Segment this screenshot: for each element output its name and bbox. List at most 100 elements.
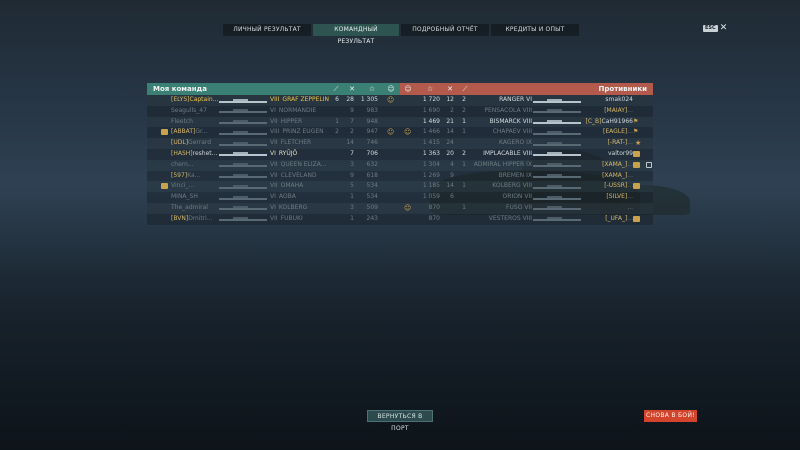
battle-again-button[interactable]: СНОВА В БОЙ! xyxy=(644,410,697,422)
clan-tag: [ELYS] xyxy=(171,96,190,103)
frags-count: 3 xyxy=(350,203,354,211)
ships-destroyed: 1 xyxy=(462,160,466,168)
base-xp: 1 363 xyxy=(422,149,440,157)
star-xp-icon: ☆ xyxy=(426,85,434,93)
ship-name: VII HIPPER xyxy=(270,117,330,128)
ship-tier: VII xyxy=(524,203,532,211)
table-row[interactable]: [BVN]Dmitri... VII FUBUKI 1 243 870 VESTEROS V… xyxy=(147,213,653,225)
ships-destroyed: 1 xyxy=(462,128,466,136)
ship-silhouette xyxy=(533,163,581,168)
ship-name: KOLBERG VIII xyxy=(470,181,532,192)
ships-destroyed: 2 xyxy=(462,106,466,114)
table-row[interactable]: [597]Ka... VII CLEVELAND 9 618 1 269 9 BREMEN I… xyxy=(147,170,653,182)
clan-tag: [C_B] xyxy=(585,117,602,125)
table-row[interactable]: Vinci_... VII OMAHA 5 534 1 185 14 1 KOLBERG VII… xyxy=(147,181,653,193)
star-icon: ★ xyxy=(635,139,642,148)
ship-tier: VIII xyxy=(522,149,532,157)
ship-title: VESTEROS xyxy=(488,214,521,222)
ship-tier: VII xyxy=(270,182,278,190)
ship-silhouette xyxy=(533,130,581,135)
table-row[interactable]: [UDL]Gerrard VII FLETCHER 14 746 1 415 24 KAGER… xyxy=(147,138,653,149)
table-rows: [ELYS]Captain... VIII GRAF ZEPPELIN 6 28 1 30… xyxy=(147,95,653,225)
tab-personal-result[interactable]: ЛИЧНЫЙ РЕЗУЛЬТАТ xyxy=(223,24,311,36)
ship-tier: VIII xyxy=(522,106,532,114)
player-name: [597]Ka... xyxy=(171,171,219,182)
table-row[interactable]: [ELYS]Captain... VIII GRAF ZEPPELIN 6 28 1 30… xyxy=(147,95,653,106)
ship-name: VI AOBA xyxy=(270,192,330,203)
tab-team-result[interactable]: КОМАНДНЫЙ РЕЗУЛЬТАТ xyxy=(313,24,399,45)
ships-destroyed: 1 xyxy=(462,203,466,211)
base-xp: 706 xyxy=(366,149,378,157)
player-nick: smak024 xyxy=(605,96,633,103)
table-row[interactable]: MINA_SH VI AOBA 1 534 1 059 6 ORION VII [SILVE].… xyxy=(147,192,653,203)
base-xp: 1 415 xyxy=(422,139,440,147)
table-row[interactable]: [ABBAT]Gr... VIII PRINZ EUGEN 2 2 947 ☺ ☺ 1 466 1… xyxy=(147,127,653,139)
player-nick: reshet... xyxy=(192,149,218,157)
ship-name: FUSO VII xyxy=(470,203,532,214)
ship-silhouette xyxy=(533,98,581,103)
clan-tag: [HASH] xyxy=(171,149,193,157)
frags-count: 1 xyxy=(350,193,354,201)
ship-silhouette xyxy=(219,120,267,125)
player-name: The_admiral xyxy=(171,203,219,214)
base-xp: 947 xyxy=(366,128,378,136)
base-xp: 1 690 xyxy=(422,106,440,114)
base-xp: 534 xyxy=(366,193,378,201)
player-name: Seagulls_47 xyxy=(171,106,219,117)
ships-destroyed: 6 xyxy=(335,96,339,103)
player-nick: Seagulls_47 xyxy=(171,106,207,114)
ship-title: RANGER xyxy=(499,96,525,103)
ship-silhouette xyxy=(219,174,267,179)
table-row[interactable]: The_admiral VI KOLBERG 3 509 ☺ 870 1 FUSO VII... xyxy=(147,202,653,214)
ship-name: KAGERO IX xyxy=(470,138,532,149)
player-name: valtor99 xyxy=(585,149,633,160)
laurel-icon: ☺ xyxy=(404,85,412,93)
ship-tier: VII xyxy=(270,214,278,222)
base-xp: 534 xyxy=(366,182,378,190)
ship-silhouette xyxy=(219,98,267,103)
ship-name: IMPLACABLE VIII xyxy=(470,149,532,160)
ship-title: QUEEN ELIZA... xyxy=(280,160,327,168)
player-nick: Ka... xyxy=(187,171,201,179)
ship-tier: VI xyxy=(270,193,276,201)
ship-silhouette xyxy=(533,206,581,211)
rank-badge-icon xyxy=(161,183,168,190)
return-to-port-button[interactable]: ВЕРНУТЬСЯ В ПОРТ xyxy=(367,410,433,432)
tab-credits-xp[interactable]: КРЕДИТЫ И ОПЫТ xyxy=(491,24,579,36)
base-xp: 746 xyxy=(366,139,378,147)
table-row[interactable]: chern... VII QUEEN ELIZA... 3 632 1 304 4 1 ADMI… xyxy=(147,159,653,171)
ships-destroyed: 2 xyxy=(462,149,466,157)
frags-count: 4 xyxy=(450,160,454,168)
frags-count: 14 xyxy=(446,182,454,190)
frags-count: 2 xyxy=(450,106,454,114)
ship-tier: VII xyxy=(524,193,532,201)
frags-count: 7 xyxy=(350,117,354,125)
tab-detailed-report[interactable]: ПОДРОБНЫЙ ОТЧЁТ xyxy=(401,24,489,36)
close-control[interactable]: ESC ✕ xyxy=(703,24,727,33)
ship-title: OMAHA xyxy=(280,182,304,190)
rank-badge-icon xyxy=(633,161,640,168)
ship-tier: VII xyxy=(270,117,278,125)
player-name: [EAGLE]... xyxy=(585,127,633,138)
ship-title: PENSACOLA xyxy=(484,106,521,114)
base-xp: 870 xyxy=(428,203,440,211)
table-row[interactable]: Fleetch VII HIPPER 1 7 948 1 469 21 1 BISMARCK VI… xyxy=(147,116,653,128)
ship-silhouette xyxy=(533,152,581,157)
my-team-title: Моя команда xyxy=(153,85,207,93)
player-name: Vinci_... xyxy=(171,181,219,192)
ship-tier: VIII xyxy=(522,182,532,190)
frags-icon: ✕ xyxy=(447,85,453,93)
table-row[interactable]: [HASH]reshet... VI RYŪJŌ 7 706 1 363 20 2 IMPLAC… xyxy=(147,148,653,160)
close-icon[interactable]: ✕ xyxy=(720,24,728,33)
table-header: Моя команда Противники ⟋ ✕ ☆ ☺ ☺ ☆ ✕ ⟋ xyxy=(147,83,653,95)
player-nick: ... xyxy=(627,139,633,147)
ship-silhouette xyxy=(219,217,267,222)
frags-count: 9 xyxy=(450,171,454,179)
rank-badge-icon xyxy=(633,150,640,157)
ship-title: AOBA xyxy=(278,193,296,201)
ship-silhouette xyxy=(219,130,267,135)
player-name: [-RAT-]... xyxy=(585,138,633,149)
table-row[interactable]: Seagulls_47 VI NORMANDIE 9 983 1 690 2 2 PENSACO… xyxy=(147,105,653,117)
ship-title: CHAPAEV xyxy=(492,128,521,136)
frags-count: 5 xyxy=(350,182,354,190)
